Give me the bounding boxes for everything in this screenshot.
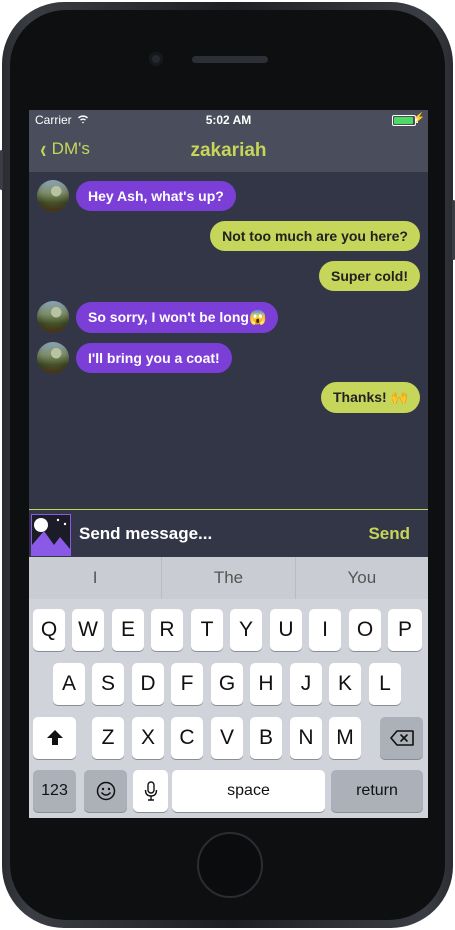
prediction-suggestion[interactable]: The <box>162 557 296 599</box>
navigation-bar: ‹ DM's zakariah <box>29 130 428 172</box>
backspace-icon <box>389 730 414 747</box>
shift-key[interactable] <box>33 717 76 759</box>
delete-key[interactable] <box>380 717 423 759</box>
key-x[interactable]: X <box>132 717 164 759</box>
key-n[interactable]: N <box>290 717 322 759</box>
message-incoming: So sorry, I won't be long😱 <box>37 301 279 333</box>
return-key[interactable]: return <box>331 770 423 812</box>
prediction-suggestion[interactable]: I <box>29 557 163 599</box>
front-camera <box>149 52 163 66</box>
message-outgoing: Thanks! 🙌 <box>321 382 420 413</box>
key-m[interactable]: M <box>329 717 361 759</box>
message-bubble[interactable]: So sorry, I won't be long😱 <box>76 301 279 333</box>
message-bubble[interactable]: Hey Ash, what's up? <box>76 181 236 211</box>
message-outgoing: Super cold! <box>318 261 420 291</box>
keyboard: I The You Q W E R T Y U I O P A S D F G … <box>29 557 428 818</box>
message-incoming: Hey Ash, what's up? <box>37 180 236 212</box>
key-l[interactable]: L <box>369 663 401 705</box>
dictation-key[interactable] <box>133 770 168 812</box>
composer-bar: Send message... Send <box>29 509 428 558</box>
avatar[interactable] <box>37 342 69 374</box>
message-bubble[interactable]: I'll bring you a coat! <box>76 343 232 373</box>
earpiece-speaker <box>192 56 268 63</box>
send-button[interactable]: Send <box>368 524 410 544</box>
emoji-icon <box>96 782 115 801</box>
message-outgoing: Not too much are you here? <box>210 221 420 251</box>
key-p[interactable]: P <box>388 609 422 651</box>
microphone-icon <box>144 781 157 802</box>
image-picker-icon[interactable] <box>31 514 71 556</box>
key-v[interactable]: V <box>211 717 243 759</box>
key-e[interactable]: E <box>112 609 144 651</box>
message-bubble[interactable]: Thanks! 🙌 <box>321 382 420 413</box>
key-y[interactable]: Y <box>230 609 262 651</box>
key-w[interactable]: W <box>72 609 104 651</box>
conversation-title: zakariah <box>190 140 267 161</box>
charging-icon: ⚡ <box>412 113 425 124</box>
predictive-bar: I The You <box>29 557 428 599</box>
key-o[interactable]: O <box>349 609 381 651</box>
status-bar: Carrier 5:02 AM ⚡ <box>29 110 428 130</box>
key-f[interactable]: F <box>171 663 203 705</box>
message-input[interactable]: Send message... <box>79 524 212 544</box>
key-d[interactable]: D <box>132 663 164 705</box>
status-time: 5:02 AM <box>205 113 252 127</box>
key-r[interactable]: R <box>151 609 183 651</box>
volume-button <box>0 150 3 190</box>
home-button[interactable] <box>197 832 263 898</box>
avatar[interactable] <box>37 301 69 333</box>
key-s[interactable]: S <box>92 663 124 705</box>
emoji-key[interactable] <box>84 770 127 812</box>
key-u[interactable]: U <box>270 609 302 651</box>
shift-arrow-icon <box>46 730 63 746</box>
key-b[interactable]: B <box>250 717 282 759</box>
message-bubble[interactable]: Not too much are you here? <box>210 221 420 251</box>
key-a[interactable]: A <box>53 663 85 705</box>
key-k[interactable]: K <box>329 663 361 705</box>
message-bubble[interactable]: Super cold! <box>318 261 420 291</box>
key-g[interactable]: G <box>211 663 243 705</box>
prediction-suggestion[interactable]: You <box>296 557 428 599</box>
message-list: Hey Ash, what's up? Not too much are you… <box>29 172 428 510</box>
key-j[interactable]: J <box>290 663 322 705</box>
avatar[interactable] <box>37 180 69 212</box>
key-q[interactable]: Q <box>33 609 65 651</box>
key-c[interactable]: C <box>171 717 203 759</box>
numbers-key[interactable]: 123 <box>33 770 76 812</box>
space-key[interactable]: space <box>172 770 325 812</box>
key-h[interactable]: H <box>250 663 282 705</box>
key-t[interactable]: T <box>191 609 223 651</box>
app-screen: Carrier 5:02 AM ⚡ ‹ DM's zakariah Hey As… <box>29 110 428 818</box>
key-z[interactable]: Z <box>92 717 124 759</box>
message-incoming: I'll bring you a coat! <box>37 342 232 374</box>
key-i[interactable]: I <box>309 609 341 651</box>
